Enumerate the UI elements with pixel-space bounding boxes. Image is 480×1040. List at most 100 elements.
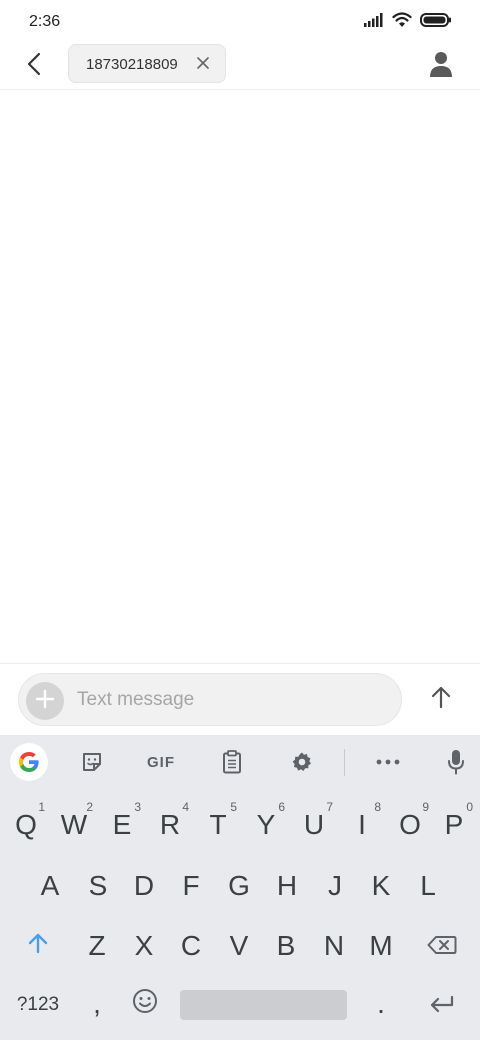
key-r[interactable]: R4 (147, 800, 193, 850)
key-label: Y (256, 809, 276, 840)
sticker-icon[interactable] (78, 744, 106, 780)
key-label: S (88, 870, 108, 901)
recipient-number: 18730218809 (86, 56, 178, 73)
microphone-icon[interactable] (442, 744, 470, 780)
gif-label: GIF (147, 753, 175, 771)
message-input[interactable] (77, 682, 387, 718)
google-icon[interactable] (10, 743, 48, 781)
key-hint: 1 (38, 800, 45, 814)
status-time: 2:36 (29, 13, 61, 30)
shift-key[interactable] (14, 921, 62, 971)
key-label: K (371, 870, 391, 901)
key-label: F (182, 870, 200, 901)
enter-icon (429, 988, 455, 1020)
key-w[interactable]: W2 (51, 800, 97, 850)
enter-key[interactable] (418, 981, 466, 1027)
key-hint: 2 (86, 800, 93, 814)
key-j[interactable]: J (312, 861, 358, 911)
battery-icon (420, 13, 452, 32)
keyboard-toolbar: GIF (0, 735, 480, 789)
settings-gear-icon[interactable] (288, 744, 316, 780)
key-i[interactable]: I8 (339, 800, 385, 850)
attach-button[interactable] (26, 682, 64, 720)
key-hint: 0 (466, 800, 473, 814)
key-label: D (133, 870, 155, 901)
recipient-chip[interactable]: 18730218809 (68, 44, 226, 83)
key-l[interactable]: L (405, 861, 451, 911)
key-label: C (180, 930, 202, 961)
key-label: Q (15, 809, 37, 840)
backspace-key[interactable] (416, 921, 468, 971)
period-key[interactable]: . (358, 981, 404, 1027)
keyboard: GIF Q 1 W 2 E 3 R 4 T 5 Y 6 U 7 I 8 O 9 … (0, 735, 480, 1040)
emoji-key[interactable] (122, 981, 168, 1027)
message-thread (0, 91, 480, 663)
person-icon (428, 52, 454, 82)
key-label: U (303, 809, 325, 840)
key-a[interactable]: A (27, 861, 73, 911)
symbols-label: ?123 (16, 994, 60, 1015)
key-y[interactable]: Y6 (243, 800, 289, 850)
key-label: N (323, 930, 345, 961)
comma-key[interactable]: , (74, 981, 120, 1027)
symbols-key[interactable]: ?123 (10, 983, 66, 1027)
more-icon[interactable] (374, 744, 402, 780)
arrow-up-icon (430, 685, 452, 714)
status-bar: 2:36 (0, 0, 480, 44)
signal-icon (364, 13, 384, 32)
key-q[interactable]: Q1 (3, 800, 49, 850)
key-label: H (276, 870, 298, 901)
close-icon[interactable] (195, 55, 211, 71)
key-hint: 7 (326, 800, 333, 814)
key-f[interactable]: F (168, 861, 214, 911)
key-s[interactable]: S (75, 861, 121, 911)
back-button[interactable] (20, 48, 48, 84)
key-hint: 4 (182, 800, 189, 814)
key-hint: 6 (278, 800, 285, 814)
key-m[interactable]: M (358, 921, 404, 971)
space-key[interactable] (180, 990, 347, 1020)
wifi-icon (392, 12, 412, 33)
key-hint: 9 (422, 800, 429, 814)
key-u[interactable]: U7 (291, 800, 337, 850)
key-label: E (112, 809, 132, 840)
key-n[interactable]: N (311, 921, 357, 971)
key-v[interactable]: V (216, 921, 262, 971)
key-z[interactable]: Z (74, 921, 120, 971)
key-label: J (328, 870, 342, 901)
send-button[interactable] (424, 681, 458, 717)
key-label: M (369, 930, 393, 961)
emoji-icon (132, 988, 158, 1021)
key-hint: 3 (134, 800, 141, 814)
key-e[interactable]: E3 (99, 800, 145, 850)
key-o[interactable]: O9 (387, 800, 433, 850)
contact-button[interactable] (428, 50, 454, 78)
key-label: B (276, 930, 296, 961)
key-g[interactable]: G (216, 861, 262, 911)
key-h[interactable]: H (264, 861, 310, 911)
key-c[interactable]: C (168, 921, 214, 971)
comma-label: , (93, 988, 101, 1019)
key-label: T (209, 809, 227, 840)
compose-box (18, 673, 402, 726)
key-label: X (134, 930, 154, 961)
plus-icon (35, 689, 55, 714)
key-label: W (60, 809, 88, 840)
clipboard-icon[interactable] (218, 744, 246, 780)
key-p[interactable]: P0 (431, 800, 477, 850)
key-hint: 8 (374, 800, 381, 814)
key-t[interactable]: T5 (195, 800, 241, 850)
key-b[interactable]: B (263, 921, 309, 971)
key-k[interactable]: K (358, 861, 404, 911)
conversation-header: 18730218809 (0, 44, 480, 90)
gif-button[interactable]: GIF (140, 744, 182, 780)
key-label: Z (88, 930, 106, 961)
status-icons (364, 12, 452, 33)
key-label: A (40, 870, 60, 901)
key-label: V (229, 930, 249, 961)
key-hint: 5 (230, 800, 237, 814)
key-x[interactable]: X (121, 921, 167, 971)
key-d[interactable]: D (121, 861, 167, 911)
key-label: P (444, 809, 464, 840)
key-label: R (159, 809, 181, 840)
